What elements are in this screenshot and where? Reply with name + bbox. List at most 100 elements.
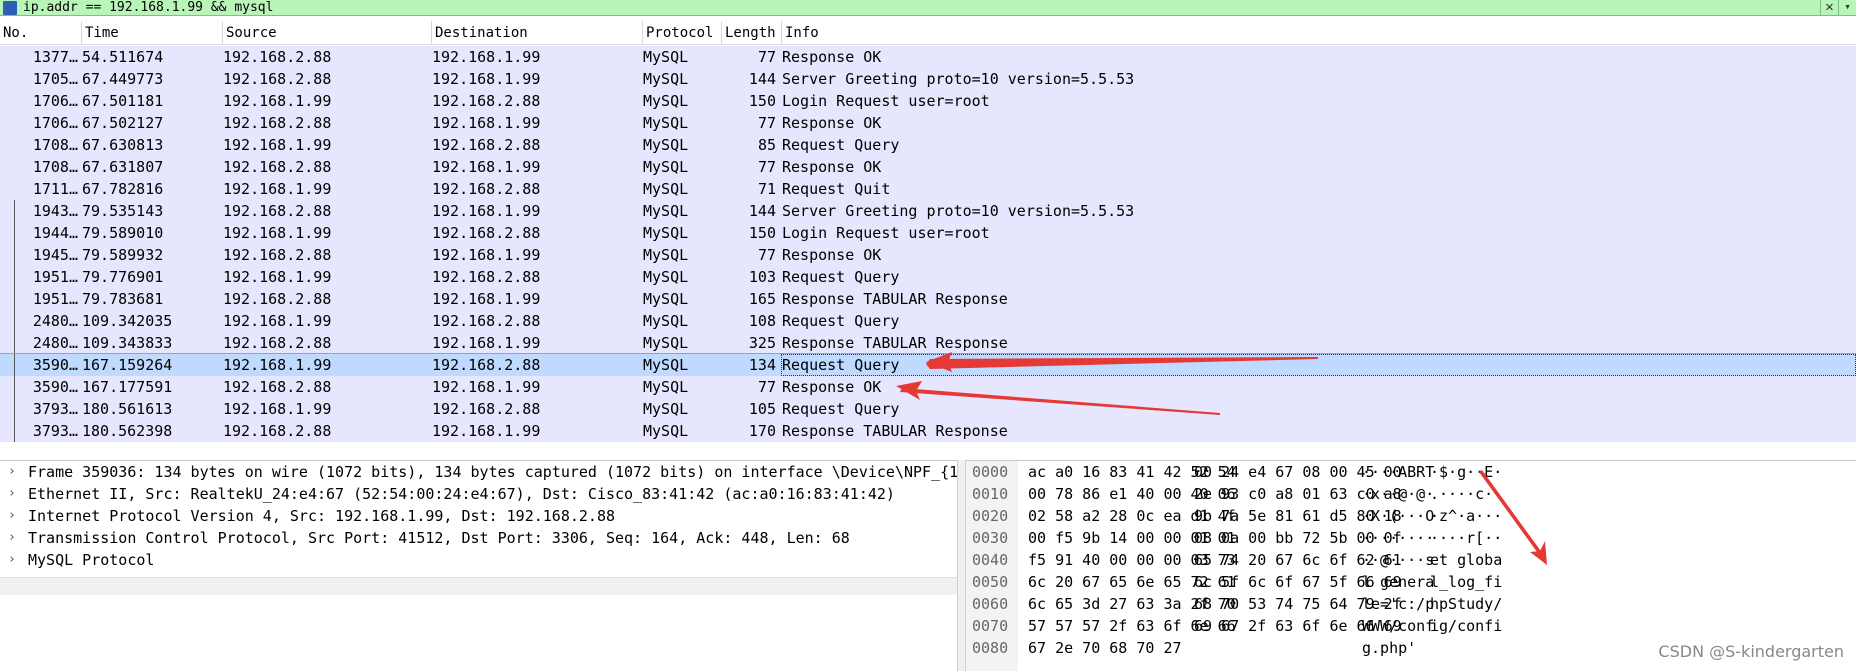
packet-destination: 192.168.1.99 — [432, 114, 541, 132]
ascii-bytes-group: l_log_fi — [1430, 573, 1503, 591]
packet-info: Server Greeting proto=10 version=5.5.53 — [782, 202, 1135, 220]
column-header-length[interactable]: Length — [722, 21, 782, 45]
filter-dropdown-icon[interactable]: ▾ — [1838, 0, 1856, 15]
packet-row[interactable]: 1945… 79.589932 192.168.2.88 192.168.1.99 My… — [0, 244, 1856, 266]
packet-info: Response OK — [782, 246, 882, 264]
packet-time: 180.562398 — [82, 422, 173, 440]
packet-row[interactable]: 1706… 67.502127 192.168.2.88 192.168.1.99 My… — [0, 112, 1856, 134]
packet-row[interactable]: 1711… 67.782816 192.168.1.99 192.168.2.88 My… — [0, 178, 1856, 200]
packet-row[interactable]: 1706… 67.501181 192.168.1.99 192.168.2.88 My… — [0, 90, 1856, 112]
packet-source: 192.168.1.99 — [223, 400, 332, 418]
packet-length: 103 — [748, 268, 776, 286]
packet-row[interactable]: 1951… 79.776901 192.168.1.99 192.168.2.88 My… — [0, 266, 1856, 288]
packet-info: Response TABULAR Response — [782, 422, 1008, 440]
packet-time: 67.501181 — [82, 92, 164, 110]
expand-chevron-icon[interactable]: › — [8, 549, 22, 571]
packet-destination: 192.168.2.88 — [432, 180, 541, 198]
expand-chevron-icon[interactable]: › — [8, 461, 22, 483]
packet-protocol: MySQL — [643, 136, 689, 154]
packet-number: 1708… — [32, 158, 78, 176]
packet-number: 1708… — [32, 136, 78, 154]
packet-length: 77 — [757, 158, 776, 176]
packet-source: 192.168.2.88 — [223, 158, 332, 176]
expand-chevron-icon[interactable]: › — [8, 483, 22, 505]
pane-splitter[interactable] — [957, 460, 966, 671]
ascii-bytes-group: et globa — [1430, 551, 1503, 569]
packet-row[interactable]: 2480… 109.342035 192.168.1.99 192.168.2.88 M… — [0, 310, 1856, 332]
column-header-source[interactable]: Source — [223, 21, 432, 45]
packet-row[interactable]: 1951… 79.783681 192.168.2.88 192.168.1.99 My… — [0, 288, 1856, 310]
detail-tree-item[interactable]: › Frame 359036: 134 bytes on wire (1072 b… — [0, 461, 957, 483]
packet-list[interactable]: No. Time Source Destination Protocol Len… — [0, 17, 1856, 457]
packet-row[interactable]: 3590… 167.177591 192.168.2.88 192.168.1.99 M… — [0, 376, 1856, 398]
packet-number: 3590… — [32, 378, 78, 396]
packet-time: 79.535143 — [82, 202, 164, 220]
packet-row[interactable]: 1708… 67.630813 192.168.1.99 192.168.2.88 My… — [0, 134, 1856, 156]
packet-number: 1945… — [32, 246, 78, 264]
packet-row[interactable]: 1708… 67.631807 192.168.2.88 192.168.1.99 My… — [0, 156, 1856, 178]
detail-tree-item[interactable]: › Internet Protocol Version 4, Src: 192.1… — [0, 505, 957, 527]
packet-time: 79.776901 — [82, 268, 164, 286]
packet-row[interactable]: 3793… 180.562398 192.168.2.88 192.168.1.99 M… — [0, 420, 1856, 442]
column-header-destination[interactable]: Destination — [432, 21, 643, 45]
packet-length: 325 — [748, 334, 776, 352]
expand-chevron-icon[interactable]: › — [8, 527, 22, 549]
ascii-bytes-group: ··@····s — [1362, 551, 1435, 569]
packet-protocol: MySQL — [643, 48, 689, 66]
packet-protocol: MySQL — [643, 378, 689, 396]
packet-length: 108 — [748, 312, 776, 330]
packet-info: Request Query — [782, 400, 900, 418]
clear-filter-icon[interactable]: ✕ — [1820, 0, 1838, 15]
packet-source: 192.168.2.88 — [223, 114, 332, 132]
packet-row[interactable]: 1377… 54.511674 192.168.2.88 192.168.1.99 My… — [0, 46, 1856, 68]
packet-source: 192.168.2.88 — [223, 422, 332, 440]
packet-protocol: MySQL — [643, 70, 689, 88]
packet-number: 2480… — [32, 334, 78, 352]
ascii-bytes-group: ····r[·· — [1430, 529, 1503, 547]
packet-length: 144 — [748, 70, 776, 88]
packet-list-header: No. Time Source Destination Protocol Len… — [0, 21, 1856, 45]
packet-length: 134 — [748, 356, 776, 374]
packet-source: 192.168.1.99 — [223, 180, 332, 198]
packet-length: 165 — [748, 290, 776, 308]
packet-row[interactable]: 2480… 109.343833 192.168.2.88 192.168.1.99 M… — [0, 332, 1856, 354]
bookmark-icon[interactable] — [3, 0, 17, 15]
packet-length: 77 — [757, 114, 776, 132]
detail-tree-item[interactable]: › Transmission Control Protocol, Src Port… — [0, 527, 957, 549]
ascii-bytes-group: .····c·· — [1430, 485, 1503, 503]
packet-destination: 192.168.1.99 — [432, 290, 541, 308]
packet-details-scrollbar[interactable] — [0, 577, 957, 595]
detail-tree-item[interactable]: › Ethernet II, Src: RealtekU_24:e4:67 (52… — [0, 483, 957, 505]
display-filter-input[interactable] — [17, 0, 1820, 15]
packet-row[interactable]: 3590… 167.159264 192.168.1.99 192.168.2.88 M… — [0, 353, 1856, 377]
column-header-protocol[interactable]: Protocol — [643, 21, 722, 45]
ascii-bytes-group: WWW/conf — [1362, 617, 1435, 635]
packet-length: 150 — [748, 92, 776, 110]
packet-length: 105 — [748, 400, 776, 418]
detail-tree-item[interactable]: › MySQL Protocol — [0, 549, 957, 571]
packet-row[interactable]: 1944… 79.589010 192.168.1.99 192.168.2.88 My… — [0, 222, 1856, 244]
packet-row[interactable]: 3793… 180.561613 192.168.1.99 192.168.2.88 M… — [0, 398, 1856, 420]
packet-number: 1943… — [32, 202, 78, 220]
packet-time: 79.589932 — [82, 246, 164, 264]
packet-row[interactable]: 1705… 67.449773 192.168.2.88 192.168.1.99 My… — [0, 68, 1856, 90]
packet-row[interactable]: 1943… 79.535143 192.168.2.88 192.168.1.99 My… — [0, 200, 1856, 222]
packet-protocol: MySQL — [643, 312, 689, 330]
packet-time: 167.159264 — [82, 356, 173, 374]
ascii-bytes-group: ·z^·a··· — [1430, 507, 1503, 525]
packet-time: 67.449773 — [82, 70, 164, 88]
packet-source: 192.168.1.99 — [223, 356, 332, 374]
packet-protocol: MySQL — [643, 246, 689, 264]
expand-chevron-icon[interactable]: › — [8, 505, 22, 527]
column-header-time[interactable]: Time — [82, 21, 223, 45]
packet-info: Request Quit — [782, 180, 891, 198]
column-header-no[interactable]: No. — [0, 21, 82, 45]
column-header-info[interactable]: Info — [782, 21, 1856, 45]
packet-time: 67.502127 — [82, 114, 164, 132]
byte-offset: 0020 — [972, 507, 1009, 525]
packet-time: 79.783681 — [82, 290, 164, 308]
packet-info: Response TABULAR Response — [782, 290, 1008, 308]
ascii-bytes-group: ·$·g··E· — [1430, 463, 1503, 481]
detail-tree-label: Transmission Control Protocol, Src Port:… — [28, 529, 850, 547]
ascii-bytes-group: hpStudy/ — [1430, 595, 1503, 613]
